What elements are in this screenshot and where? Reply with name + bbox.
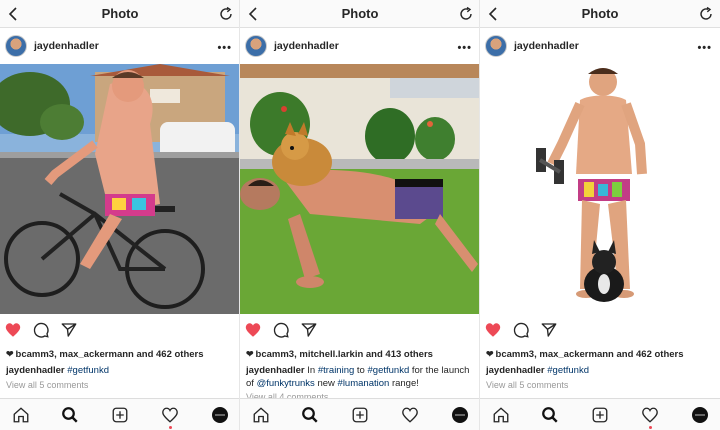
- post-panel-3: Photo jaydenhadler ••• ❤ bcamm3, max_ack…: [480, 0, 720, 430]
- hashtag[interactable]: #training: [318, 365, 354, 376]
- search-icon[interactable]: [541, 406, 559, 424]
- page-title: Photo: [101, 6, 139, 21]
- home-icon[interactable]: [492, 406, 510, 424]
- avatar[interactable]: [5, 35, 27, 57]
- hashtag[interactable]: #lumanation: [338, 378, 390, 389]
- action-bar: [240, 318, 479, 342]
- caption-username[interactable]: jaydenhadler: [246, 365, 305, 376]
- search-icon[interactable]: [301, 406, 319, 424]
- caption-username[interactable]: jaydenhadler: [6, 365, 65, 376]
- post-photo[interactable]: [0, 64, 239, 314]
- more-icon[interactable]: •••: [457, 42, 472, 54]
- post-header: jaydenhadler •••: [480, 28, 720, 64]
- comment-icon[interactable]: [272, 321, 290, 339]
- view-comments-link[interactable]: View all 5 comments: [486, 380, 568, 390]
- post-photo[interactable]: [480, 64, 720, 314]
- bottom-tab-bar: [240, 398, 479, 430]
- hashtag[interactable]: #getfunkd: [368, 365, 410, 376]
- refresh-icon[interactable]: [218, 6, 234, 22]
- page-title: Photo: [341, 6, 379, 21]
- notification-dot: [649, 426, 652, 429]
- comment-icon[interactable]: [32, 321, 50, 339]
- username[interactable]: jaydenhadler: [514, 40, 579, 52]
- caption-text: new: [317, 378, 335, 389]
- likes-count[interactable]: ❤ bcamm3, mitchell.larkin and 413 others: [246, 349, 433, 360]
- caption-text: to: [356, 365, 365, 376]
- avatar[interactable]: [485, 35, 507, 57]
- likes-count[interactable]: ❤ bcamm3, max_ackermann and 462 others: [486, 349, 684, 360]
- chevron-left-icon[interactable]: [486, 6, 502, 22]
- likes-text: bcamm3, max_ackermann and 462 others: [15, 349, 204, 360]
- mention[interactable]: @funkytrunks: [257, 378, 315, 389]
- add-icon[interactable]: [591, 406, 609, 424]
- post-photo[interactable]: [240, 64, 479, 314]
- share-icon[interactable]: [540, 321, 558, 339]
- hashtag[interactable]: #getfunkd: [547, 365, 589, 376]
- bottom-tab-bar: [0, 398, 239, 430]
- refresh-icon[interactable]: [458, 6, 474, 22]
- caption: jaydenhadler #getfunkd: [486, 364, 716, 377]
- notification-dot: [169, 426, 172, 429]
- post-panel-2: Photo jaydenhadler ••• ❤ bcamm3, mitchel…: [240, 0, 480, 430]
- chevron-left-icon[interactable]: [6, 6, 22, 22]
- caption-username[interactable]: jaydenhadler: [486, 365, 545, 376]
- pushup-photo: [240, 64, 479, 314]
- heart-filled-icon[interactable]: [484, 321, 502, 339]
- avatar[interactable]: [245, 35, 267, 57]
- top-bar: Photo: [480, 0, 720, 28]
- caption-text: In: [307, 365, 316, 376]
- likes-count[interactable]: ❤ bcamm3, max_ackermann and 462 others: [6, 349, 204, 360]
- username[interactable]: jaydenhadler: [274, 40, 339, 52]
- profile-icon[interactable]: [692, 407, 708, 423]
- add-icon[interactable]: [111, 406, 129, 424]
- view-comments-link[interactable]: View all 5 comments: [6, 380, 88, 390]
- share-icon[interactable]: [300, 321, 318, 339]
- hashtag[interactable]: #getfunkd: [67, 365, 109, 376]
- page-title: Photo: [581, 6, 619, 21]
- profile-icon[interactable]: [212, 407, 228, 423]
- heart-filled-icon[interactable]: [244, 321, 262, 339]
- post-panel-1: Photo jaydenhadler ••• ❤ bcamm3, max_ack…: [0, 0, 240, 430]
- refresh-icon[interactable]: [698, 6, 714, 22]
- add-icon[interactable]: [351, 406, 369, 424]
- heart-outline-icon[interactable]: [161, 406, 179, 424]
- bicycle-photo: [0, 64, 239, 314]
- share-icon[interactable]: [60, 321, 78, 339]
- top-bar: Photo: [0, 0, 239, 28]
- caption: jaydenhadler #getfunkd: [6, 364, 236, 377]
- action-bar: [0, 318, 239, 342]
- post-header: jaydenhadler •••: [0, 28, 239, 64]
- heart-filled-icon[interactable]: [4, 321, 22, 339]
- profile-icon[interactable]: [452, 407, 468, 423]
- action-bar: [480, 318, 720, 342]
- heart-outline-icon[interactable]: [641, 406, 659, 424]
- chevron-left-icon[interactable]: [246, 6, 262, 22]
- top-bar: Photo: [240, 0, 479, 28]
- search-icon[interactable]: [61, 406, 79, 424]
- likes-text: bcamm3, max_ackermann and 462 others: [495, 349, 684, 360]
- comment-icon[interactable]: [512, 321, 530, 339]
- username[interactable]: jaydenhadler: [34, 40, 99, 52]
- more-icon[interactable]: •••: [697, 42, 712, 54]
- home-icon[interactable]: [12, 406, 30, 424]
- studio-photo: [480, 64, 720, 314]
- more-icon[interactable]: •••: [217, 42, 232, 54]
- caption-text: range!: [391, 378, 419, 389]
- caption: jaydenhadler In #training to #getfunkd f…: [246, 364, 476, 390]
- home-icon[interactable]: [252, 406, 270, 424]
- heart-outline-icon[interactable]: [401, 406, 419, 424]
- likes-text: bcamm3, mitchell.larkin and 413 others: [255, 349, 433, 360]
- bottom-tab-bar: [480, 398, 720, 430]
- post-header: jaydenhadler •••: [240, 28, 479, 64]
